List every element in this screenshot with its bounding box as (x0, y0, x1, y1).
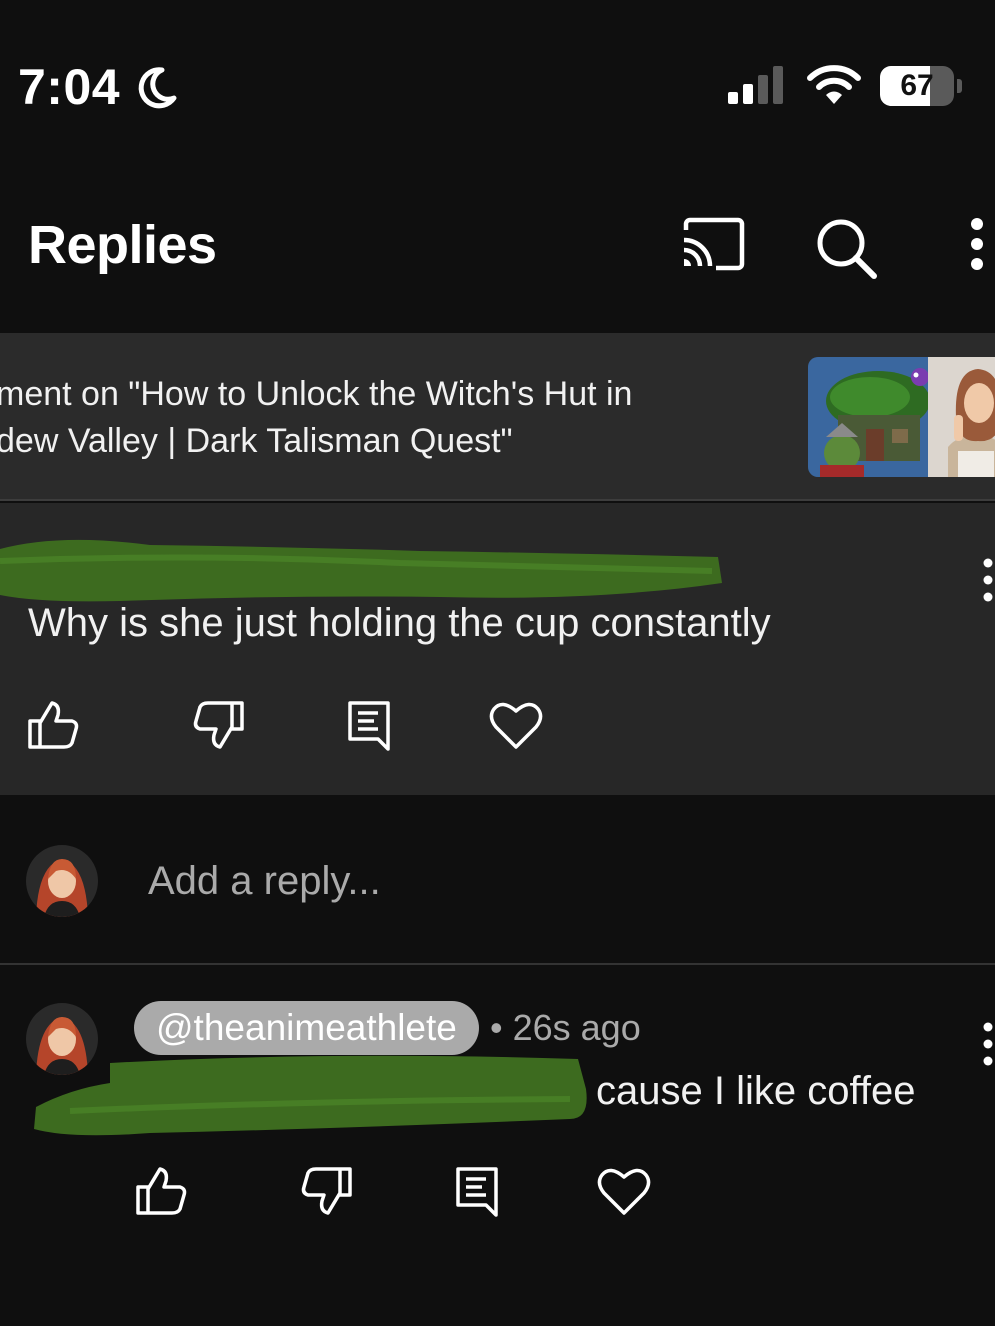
reply-icon[interactable] (342, 697, 398, 753)
cast-icon[interactable] (680, 216, 746, 272)
reply-more-icon[interactable] (978, 1021, 995, 1067)
user-avatar (26, 845, 98, 917)
heart-icon[interactable] (596, 1163, 652, 1219)
battery-icon: 67 (880, 66, 962, 108)
page-title: Replies (28, 215, 217, 275)
battery-tip (957, 79, 962, 93)
reply-text: cause I like coffee (596, 1069, 916, 1113)
reply-timestamp: • 26s ago (490, 1007, 641, 1048)
status-time: 7:04 (18, 59, 121, 115)
status-bar: 7:04 67 (0, 0, 995, 170)
reply-icon[interactable] (450, 1163, 506, 1219)
original-comment: Why is she just holding the cup constant… (0, 503, 995, 795)
comment-text: Why is she just holding the cup constant… (28, 601, 771, 645)
dislike-icon[interactable] (190, 697, 246, 753)
battery-body: 67 (880, 66, 954, 106)
battery-percent: 67 (900, 69, 934, 102)
like-icon[interactable] (26, 697, 82, 753)
reply-actions (0, 1163, 700, 1223)
redaction-mark (0, 539, 722, 602)
parent-video-title: ment on "How to Unlock the Witch's Hut i… (0, 371, 786, 465)
video-thumbnail[interactable] (808, 357, 995, 477)
parent-title-line-2: dew Valley | Dark Talisman Quest" (0, 422, 513, 460)
comment-actions (0, 697, 600, 757)
reply-composer (0, 795, 995, 965)
search-icon[interactable] (814, 216, 878, 280)
parent-title-line-1: ment on "How to Unlock the Witch's Hut i… (0, 375, 633, 413)
heart-icon[interactable] (488, 697, 544, 753)
replies-screen: 7:04 67 Replies ment on "How to Unlock t… (0, 0, 995, 1326)
top-app-bar: Replies (0, 180, 995, 320)
cellular-signal-icon (728, 66, 783, 104)
moon-icon (138, 67, 177, 109)
comment-more-icon[interactable] (978, 557, 995, 603)
redaction-mark (34, 1055, 587, 1136)
parent-video-banner[interactable]: ment on "How to Unlock the Witch's Hut i… (0, 333, 995, 501)
wifi-icon (807, 65, 861, 104)
more-vertical-icon[interactable] (960, 216, 994, 272)
add-reply-input[interactable] (148, 855, 928, 907)
author-handle-chip[interactable]: @theanimeathlete (134, 1001, 479, 1055)
like-icon[interactable] (134, 1163, 190, 1219)
reply-comment: @theanimeathlete • 26s ago cause I like … (0, 967, 995, 1326)
dislike-icon[interactable] (298, 1163, 354, 1219)
